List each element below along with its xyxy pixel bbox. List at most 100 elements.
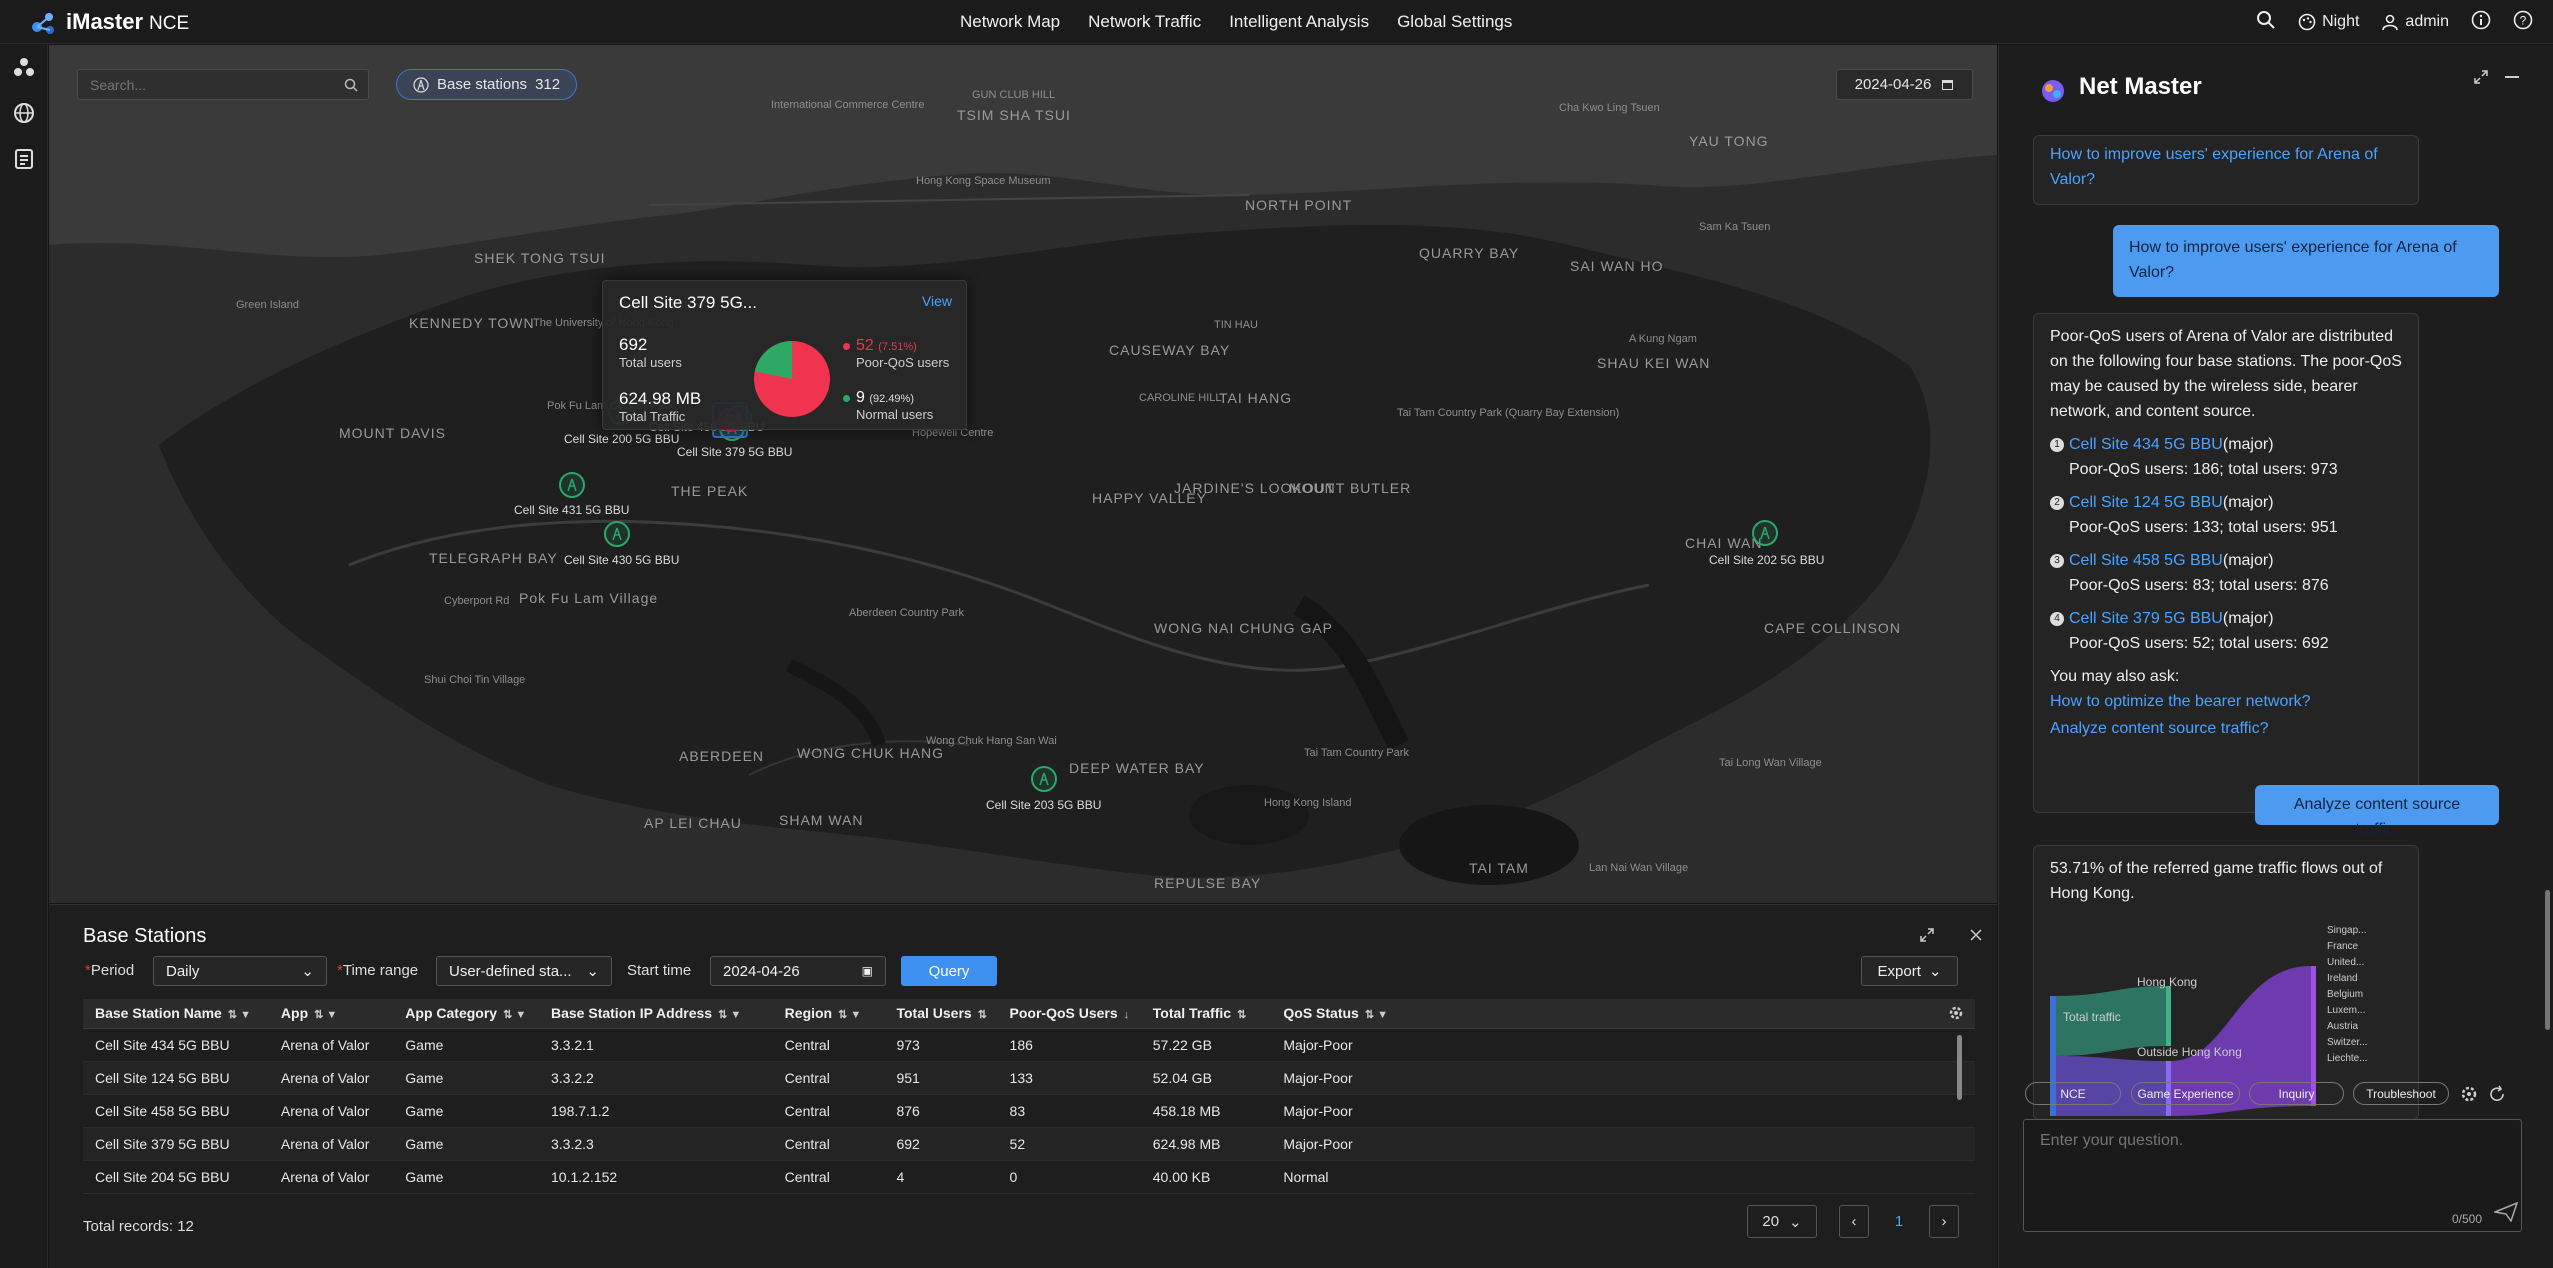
topology-icon[interactable] [0, 44, 48, 90]
close-icon[interactable] [1968, 927, 1984, 948]
report-icon[interactable] [0, 136, 48, 182]
nav-global-settings[interactable]: Global Settings [1397, 12, 1512, 32]
network-map[interactable]: GUN CLUB HILL TSIM SHA TSUI International … [49, 45, 1997, 903]
export-button[interactable]: Export ⌄ [1861, 956, 1958, 986]
query-button[interactable]: Query [901, 956, 997, 986]
chip-inquiry[interactable]: Inquiry [2249, 1082, 2344, 1105]
station-name-link[interactable]: Cell Site 458 5G BBU [83, 1094, 269, 1128]
search-icon[interactable] [344, 78, 358, 92]
chat-scrollbar[interactable] [2545, 890, 2550, 1030]
station-name-link[interactable]: Cell Site 204 5G BBU [83, 1160, 269, 1194]
table-row[interactable]: Cell Site 458 5G BBU Arena of Valor Game 19… [83, 1094, 1975, 1128]
table-cell: 4 [884, 1160, 998, 1194]
prev-page-button[interactable]: ‹ [1839, 1205, 1869, 1238]
column-header[interactable]: App ⇅ ▼ [268, 999, 394, 1029]
send-icon[interactable] [2492, 1201, 2519, 1227]
item-site-link[interactable]: Cell Site 458 5G BBU [2069, 552, 2223, 569]
current-page[interactable]: 1 [1879, 1205, 1919, 1238]
table-row[interactable]: Cell Site 124 5G BBU Arena of Valor Game 3.… [83, 1061, 1975, 1095]
sort-filter-icon[interactable]: ⇅ ▼ [1365, 1009, 1388, 1021]
app-logo[interactable]: iMaster NCE [30, 8, 189, 36]
base-station-icon[interactable] [1752, 520, 1778, 546]
sort-filter-icon[interactable]: ⇅ ▼ [503, 1009, 526, 1021]
column-header[interactable]: App Category ⇅ ▼ [393, 999, 539, 1029]
globe-icon[interactable] [0, 90, 48, 136]
table-cell: 0 [997, 1160, 1141, 1194]
map-place-label: THE PEAK [671, 483, 749, 499]
item-site-link[interactable]: Cell Site 434 5G BBU [2069, 436, 2223, 453]
column-header[interactable]: QoS Status ⇅ ▼ [1271, 999, 1975, 1029]
station-name-link[interactable]: Cell Site 379 5G BBU [83, 1127, 269, 1161]
next-page-button[interactable]: › [1929, 1205, 1959, 1238]
base-station-icon[interactable] [604, 521, 630, 547]
station-name-link[interactable]: Cell Site 124 5G BBU [83, 1061, 269, 1095]
suggestion-link[interactable]: How to improve users' experience for Are… [2050, 146, 2378, 188]
question-box[interactable]: 0/500 [2023, 1119, 2522, 1232]
chevron-down-icon: ⌄ [1928, 963, 1942, 980]
chip-game-experience[interactable]: Game Experience [2131, 1082, 2240, 1105]
column-header[interactable]: Total Users ⇅ [884, 999, 998, 1029]
table-scrollbar[interactable] [1957, 1035, 1962, 1100]
sort-filter-icon[interactable]: ⇅ [1237, 1009, 1246, 1021]
net-master-chat: Net Master How to improve users' experie… [1998, 45, 2553, 1268]
refresh-icon[interactable] [2488, 1085, 2506, 1108]
question-input[interactable] [2024, 1120, 2521, 1200]
info-icon[interactable] [2471, 10, 2491, 35]
sort-filter-icon[interactable]: ⇅ ▼ [838, 1009, 861, 1021]
base-stations-filter[interactable]: Base stations 312 [396, 69, 578, 100]
site-label[interactable]: Cell Site 431 5G BBU [514, 503, 629, 517]
minimize-icon[interactable] [2505, 76, 2519, 78]
nav-network-map[interactable]: Network Map [960, 12, 1060, 32]
popup-view-link[interactable]: View [922, 293, 952, 309]
theme-toggle[interactable]: Night [2298, 13, 2359, 31]
suggestion-bearer[interactable]: How to optimize the bearer network? [2050, 689, 2402, 714]
base-station-icon[interactable] [559, 472, 585, 498]
search-icon[interactable] [2256, 10, 2276, 35]
site-label[interactable]: Cell Site 202 5G BBU [1709, 553, 1824, 567]
answer-item: 2 Cell Site 124 5G BBU(major) Poor-QoS use… [2050, 490, 2402, 540]
time-range-select[interactable]: User-defined sta... ⌄ [436, 956, 612, 986]
base-station-icon[interactable] [1031, 766, 1057, 792]
station-name-link[interactable]: Cell Site 434 5G BBU [83, 1028, 269, 1062]
chip-troubleshoot[interactable]: Troubleshoot [2353, 1082, 2449, 1105]
map-search[interactable] [77, 69, 369, 100]
site-label[interactable]: Cell Site 430 5G BBU [564, 553, 679, 567]
table-row[interactable]: Cell Site 204 5G BBU Arena of Valor Game 10… [83, 1160, 1975, 1194]
user-menu[interactable]: admin [2381, 13, 2449, 31]
column-header[interactable]: Base Station Name ⇅ ▼ [83, 999, 269, 1029]
nav-intelligent-analysis[interactable]: Intelligent Analysis [1229, 12, 1369, 32]
search-input[interactable] [78, 70, 328, 99]
column-header[interactable]: Total Traffic ⇅ [1140, 999, 1272, 1029]
table-row[interactable]: Cell Site 379 5G BBU Arena of Valor Game 3.… [83, 1127, 1975, 1161]
column-header[interactable]: Region ⇅ ▼ [772, 999, 885, 1029]
item-site-link[interactable]: Cell Site 379 5G BBU [2069, 610, 2223, 627]
expand-icon[interactable] [1919, 927, 1935, 948]
site-label[interactable]: Cell Site 379 5G BBU [677, 445, 792, 459]
suggestion-content-source[interactable]: Analyze content source traffic? [2050, 716, 2402, 741]
item-detail: Poor-QoS users: 52; total users: 692 [2069, 635, 2329, 652]
sort-filter-icon[interactable]: ⇅ ▼ [718, 1009, 741, 1021]
sort-filter-icon[interactable]: ⇅ ▼ [314, 1009, 337, 1021]
expand-icon[interactable] [2473, 69, 2489, 90]
start-time-input[interactable]: 2024-04-26 ▣ [710, 956, 886, 986]
site-label[interactable]: Cell Site 200 5G BBU [564, 432, 679, 446]
period-select[interactable]: Daily ⌄ [153, 956, 327, 986]
map-place-label: SHAM WAN [779, 812, 864, 828]
item-site-link[interactable]: Cell Site 124 5G BBU [2069, 494, 2223, 511]
nav-network-traffic[interactable]: Network Traffic [1088, 12, 1201, 32]
page-size-select[interactable]: 20 ⌄ [1747, 1205, 1817, 1238]
help-icon[interactable]: ? [2513, 10, 2533, 35]
table-row[interactable]: Cell Site 434 5G BBU Arena of Valor Game 3.… [83, 1028, 1975, 1062]
popup-poor-pct: (7.51%) [878, 341, 917, 353]
settings-icon[interactable] [2460, 1085, 2478, 1108]
sort-filter-icon[interactable]: ⇅ ▼ [228, 1009, 251, 1021]
sort-filter-icon[interactable]: ⇅ [978, 1009, 987, 1021]
chip-nce[interactable]: NCE [2025, 1082, 2121, 1105]
column-header[interactable]: Base Station IP Address ⇅ ▼ [539, 999, 773, 1029]
sort-filter-icon[interactable]: ↓ [1124, 1009, 1130, 1021]
column-header[interactable]: Poor-QoS Users ↓ [997, 999, 1141, 1029]
site-label[interactable]: Cell Site 203 5G BBU [986, 798, 1101, 812]
map-place-label: KENNEDY TOWN [409, 315, 535, 331]
table-settings-icon[interactable] [1948, 1005, 1964, 1026]
date-picker[interactable]: 2024-04-26 [1836, 69, 1973, 100]
